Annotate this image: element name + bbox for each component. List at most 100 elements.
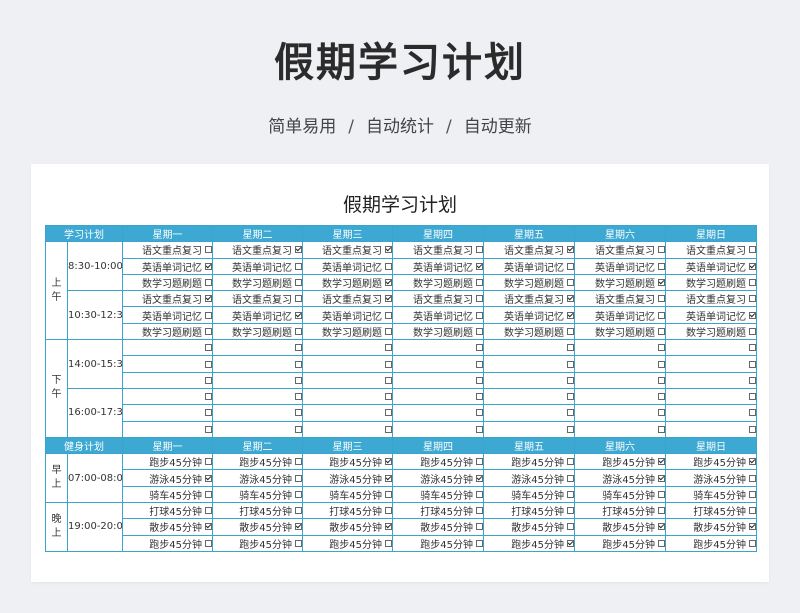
task-checkbox[interactable] — [658, 474, 665, 482]
task-checkbox[interactable] — [567, 279, 574, 287]
task-checkbox[interactable] — [205, 295, 212, 303]
task-checkbox[interactable] — [658, 507, 665, 515]
task-checkbox[interactable] — [749, 360, 756, 368]
task-checkbox[interactable] — [385, 507, 392, 515]
task-checkbox[interactable] — [205, 507, 212, 515]
task-checkbox[interactable] — [658, 311, 665, 319]
task-checkbox[interactable] — [567, 360, 574, 368]
task-checkbox[interactable] — [749, 490, 756, 498]
task-checkbox[interactable] — [476, 360, 483, 368]
task-checkbox[interactable] — [658, 393, 665, 401]
task-checkbox[interactable] — [295, 327, 302, 335]
task-checkbox[interactable] — [658, 279, 665, 287]
task-checkbox[interactable] — [567, 539, 574, 547]
task-checkbox[interactable] — [658, 246, 665, 254]
task-checkbox[interactable] — [567, 393, 574, 401]
task-checkbox[interactable] — [385, 539, 392, 547]
task-checkbox[interactable] — [295, 458, 302, 466]
task-checkbox[interactable] — [749, 409, 756, 417]
task-checkbox[interactable] — [658, 376, 665, 384]
task-checkbox[interactable] — [567, 246, 574, 254]
task-checkbox[interactable] — [385, 344, 392, 352]
task-checkbox[interactable] — [658, 262, 665, 270]
task-checkbox[interactable] — [476, 523, 483, 531]
task-checkbox[interactable] — [567, 376, 574, 384]
task-checkbox[interactable] — [385, 425, 392, 433]
task-checkbox[interactable] — [385, 474, 392, 482]
task-checkbox[interactable] — [385, 409, 392, 417]
task-checkbox[interactable] — [205, 311, 212, 319]
task-checkbox[interactable] — [476, 539, 483, 547]
task-checkbox[interactable] — [476, 262, 483, 270]
task-checkbox[interactable] — [205, 279, 212, 287]
task-checkbox[interactable] — [205, 360, 212, 368]
task-checkbox[interactable] — [205, 262, 212, 270]
task-checkbox[interactable] — [658, 425, 665, 433]
task-checkbox[interactable] — [295, 490, 302, 498]
task-checkbox[interactable] — [749, 311, 756, 319]
task-checkbox[interactable] — [567, 458, 574, 466]
task-checkbox[interactable] — [749, 344, 756, 352]
task-checkbox[interactable] — [749, 393, 756, 401]
task-checkbox[interactable] — [567, 409, 574, 417]
task-checkbox[interactable] — [749, 539, 756, 547]
task-checkbox[interactable] — [295, 409, 302, 417]
task-checkbox[interactable] — [205, 393, 212, 401]
task-checkbox[interactable] — [658, 344, 665, 352]
task-checkbox[interactable] — [385, 523, 392, 531]
task-checkbox[interactable] — [295, 376, 302, 384]
task-checkbox[interactable] — [749, 327, 756, 335]
task-checkbox[interactable] — [385, 311, 392, 319]
task-checkbox[interactable] — [658, 490, 665, 498]
task-checkbox[interactable] — [658, 458, 665, 466]
task-checkbox[interactable] — [476, 327, 483, 335]
task-checkbox[interactable] — [749, 295, 756, 303]
task-checkbox[interactable] — [205, 327, 212, 335]
task-checkbox[interactable] — [205, 409, 212, 417]
task-checkbox[interactable] — [476, 507, 483, 515]
task-checkbox[interactable] — [295, 393, 302, 401]
task-checkbox[interactable] — [658, 523, 665, 531]
task-checkbox[interactable] — [295, 474, 302, 482]
task-checkbox[interactable] — [295, 279, 302, 287]
task-checkbox[interactable] — [476, 474, 483, 482]
task-checkbox[interactable] — [385, 279, 392, 287]
task-checkbox[interactable] — [295, 295, 302, 303]
task-checkbox[interactable] — [205, 425, 212, 433]
task-checkbox[interactable] — [295, 507, 302, 515]
task-checkbox[interactable] — [205, 246, 212, 254]
task-checkbox[interactable] — [658, 295, 665, 303]
task-checkbox[interactable] — [567, 295, 574, 303]
task-checkbox[interactable] — [658, 539, 665, 547]
task-checkbox[interactable] — [385, 458, 392, 466]
task-checkbox[interactable] — [749, 262, 756, 270]
task-checkbox[interactable] — [749, 507, 756, 515]
task-checkbox[interactable] — [205, 376, 212, 384]
task-checkbox[interactable] — [205, 474, 212, 482]
task-checkbox[interactable] — [205, 344, 212, 352]
task-checkbox[interactable] — [476, 295, 483, 303]
task-checkbox[interactable] — [476, 490, 483, 498]
task-checkbox[interactable] — [295, 246, 302, 254]
task-checkbox[interactable] — [295, 539, 302, 547]
task-checkbox[interactable] — [749, 458, 756, 466]
task-checkbox[interactable] — [567, 262, 574, 270]
task-checkbox[interactable] — [385, 246, 392, 254]
task-checkbox[interactable] — [567, 425, 574, 433]
task-checkbox[interactable] — [385, 490, 392, 498]
task-checkbox[interactable] — [567, 344, 574, 352]
task-checkbox[interactable] — [385, 262, 392, 270]
task-checkbox[interactable] — [295, 311, 302, 319]
task-checkbox[interactable] — [295, 344, 302, 352]
task-checkbox[interactable] — [567, 490, 574, 498]
task-checkbox[interactable] — [385, 360, 392, 368]
task-checkbox[interactable] — [476, 376, 483, 384]
task-checkbox[interactable] — [205, 490, 212, 498]
task-checkbox[interactable] — [205, 539, 212, 547]
task-checkbox[interactable] — [385, 295, 392, 303]
task-checkbox[interactable] — [476, 246, 483, 254]
task-checkbox[interactable] — [385, 327, 392, 335]
task-checkbox[interactable] — [567, 507, 574, 515]
task-checkbox[interactable] — [205, 523, 212, 531]
task-checkbox[interactable] — [567, 474, 574, 482]
